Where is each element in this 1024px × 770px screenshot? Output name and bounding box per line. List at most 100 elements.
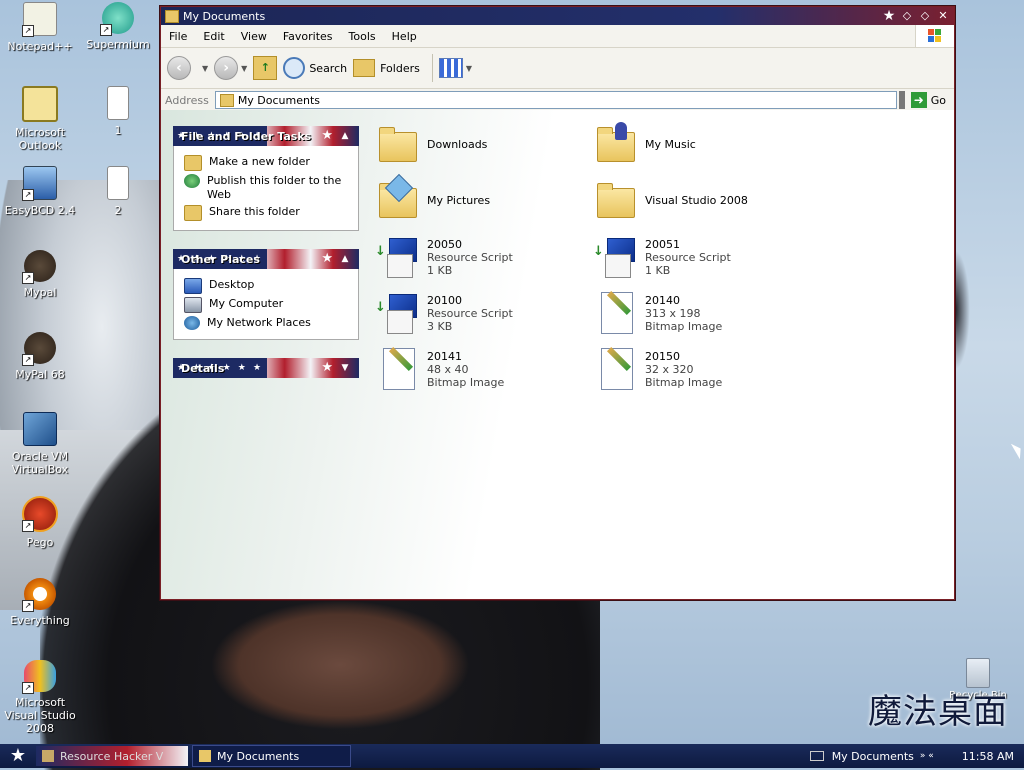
taskbar: ★ Resource Hacker V My Documents My Docu… [0,744,1024,768]
desktop-icon-file-1[interactable]: 1 [78,86,158,137]
forward-button[interactable]: › ▼ [214,56,247,80]
keyboard-icon[interactable] [809,751,824,761]
address-label: Address [165,93,209,107]
folders-icon [353,59,376,77]
desktop-icon-mypal[interactable]: ↗ Mypal [0,250,80,299]
menu-tools[interactable]: Tools [341,30,384,43]
menu-favorites[interactable]: Favorites [275,30,341,43]
desktop-icon-supermium[interactable]: ↗ Supermium [78,2,158,51]
desktop-icon-file-2[interactable]: 2 [78,166,158,217]
bitmap-image-icon [375,346,421,392]
maximize-button[interactable]: ◇ [918,9,932,23]
file-item-20141[interactable]: 20141 48 x 40 Bitmap Image [375,346,585,396]
desktop-icon-label: 1 [114,124,122,137]
search-button[interactable]: Search [283,57,347,79]
desktop-icon-mypal68[interactable]: ↗ MyPal 68 [0,332,80,381]
menu-edit[interactable]: Edit [195,30,232,43]
desktop-icon-everything[interactable]: ↗ Everything [0,578,80,627]
computer-icon [184,297,202,313]
file-item-downloads[interactable]: Downloads [375,122,585,172]
collapse-chevron-icon[interactable]: ▲ [337,128,353,144]
panel-header[interactable]: ★ ★ ★ ★ ★ ★ ★ Details ★ ▼ [173,358,359,378]
file-item-20150[interactable]: 20150 32 x 320 Bitmap Image [593,346,803,396]
network-icon [184,316,200,330]
desktop-icon-label: EasyBCD 2.4 [4,204,76,217]
task-share-folder[interactable]: Share this folder [184,205,350,221]
taskbar-button-resource-hacker[interactable]: Resource Hacker V [36,746,188,766]
shortcut-arrow-icon: ↗ [22,682,34,694]
address-dropdown-button[interactable] [898,91,905,109]
desktop-icon-pego[interactable]: ↗ Pego [0,496,80,549]
panel-title: Details [181,361,225,375]
supermium-icon: ↗ [100,2,134,36]
file-name: Visual Studio 2008 [645,194,748,207]
expand-chevron-icon[interactable]: ▼ [337,360,353,376]
task-make-new-folder[interactable]: Make a new folder [184,155,350,171]
menu-help[interactable]: Help [384,30,425,43]
menu-bar: File Edit View Favorites Tools Help [161,25,954,48]
go-button[interactable]: ➜ Go [910,92,946,108]
file-item-visual-studio-2008[interactable]: Visual Studio 2008 [593,178,803,228]
mypal-icon: ↗ [22,250,56,284]
desktop-icon-label: Microsoft Outlook [14,126,66,152]
file-item-20100[interactable]: ↓ 20100 Resource Script 3 KB [375,290,585,340]
desktop-icon-visual-studio[interactable]: ↗ Microsoft Visual Studio 2008 [0,660,80,735]
menu-file[interactable]: File [161,30,195,43]
close-button[interactable]: ✕ [936,9,950,23]
views-button[interactable]: ▼ [438,58,472,78]
minimize-button[interactable]: ◇ [900,9,914,23]
shortcut-arrow-icon: ↗ [100,24,112,36]
folders-button[interactable]: Folders [353,59,420,77]
collapse-chevron-icon[interactable]: ▲ [337,251,353,267]
panel-header[interactable]: ★ ★ ★ ★ ★ ★ ★ File and Folder Tasks ★ ▲ [173,126,359,146]
address-toolbar-label[interactable]: My Documents [832,750,914,763]
file-item-20140[interactable]: 20140 313 x 198 Bitmap Image [593,290,803,340]
visual-studio-icon: ↗ [22,660,56,694]
easybcd-icon: ↗ [22,166,57,201]
desktop-icon-outlook[interactable]: Microsoft Outlook [0,86,80,152]
start-button[interactable]: ★ [0,744,36,768]
title-bar[interactable]: My Documents ★ ◇ ◇ ✕ [161,7,954,25]
menu-view[interactable]: View [233,30,275,43]
place-my-computer[interactable]: My Computer [184,297,350,313]
file-item-20050[interactable]: ↓ 20050 Resource Script 1 KB [375,234,585,284]
desktop-icon-easybcd[interactable]: ↗ EasyBCD 2.4 [0,166,80,217]
up-folder-icon: ↑ [253,56,278,80]
back-button[interactable]: ‹ ▼ [167,56,208,80]
pictures-folder-icon [375,173,421,224]
panel-title: File and Folder Tasks [181,129,312,143]
resource-script-icon: ↓ [375,234,421,280]
shortcut-arrow-icon: ↗ [22,25,34,37]
file-size: 1 KB [645,264,671,277]
clock[interactable]: 11:58 AM [962,750,1014,763]
shortcut-arrow-icon: ↗ [22,189,34,201]
windows-logo-icon [915,25,954,47]
toolbar-chevron-icon[interactable]: » « [920,751,934,761]
share-folder-icon [184,205,202,221]
file-item-my-pictures[interactable]: My Pictures [375,173,585,228]
go-label: Go [930,93,946,107]
go-arrow-icon: ➜ [910,92,927,108]
file-name: 20140 [645,294,680,307]
place-desktop[interactable]: Desktop [184,278,350,294]
desktop-icon-notepadpp[interactable]: ↗ Notepad++ [0,2,80,53]
file-type: Resource Script [427,251,513,264]
background-hands [210,600,470,730]
taskbar-button-my-documents[interactable]: My Documents [192,745,351,767]
new-folder-icon [184,155,202,171]
file-item-20051[interactable]: ↓ 20051 Resource Script 1 KB [593,234,803,284]
desktop-icon-virtualbox[interactable]: Oracle VM VirtualBox [0,412,80,476]
desktop-icon [184,278,202,294]
file-item-my-music[interactable]: My Music [593,122,803,172]
system-tray: My Documents » « 11:58 AM [809,744,1024,768]
file-type: Resource Script [427,307,513,320]
place-network[interactable]: My Network Places [184,316,350,330]
back-arrow-icon: ‹ [167,56,191,80]
desktop-watermark: 魔法桌面 [868,692,1008,732]
up-folder-button[interactable]: ↑ [253,56,278,80]
address-input[interactable]: My Documents [214,91,897,109]
task-publish-web[interactable]: Publish this folder to the Web [184,174,350,202]
panel-header[interactable]: ★ ★ ★ ★ ★ ★ ★ Other Places ★ ▲ [173,249,359,269]
taskbar-button-label: My Documents [217,749,300,763]
file-type: Bitmap Image [645,320,723,333]
